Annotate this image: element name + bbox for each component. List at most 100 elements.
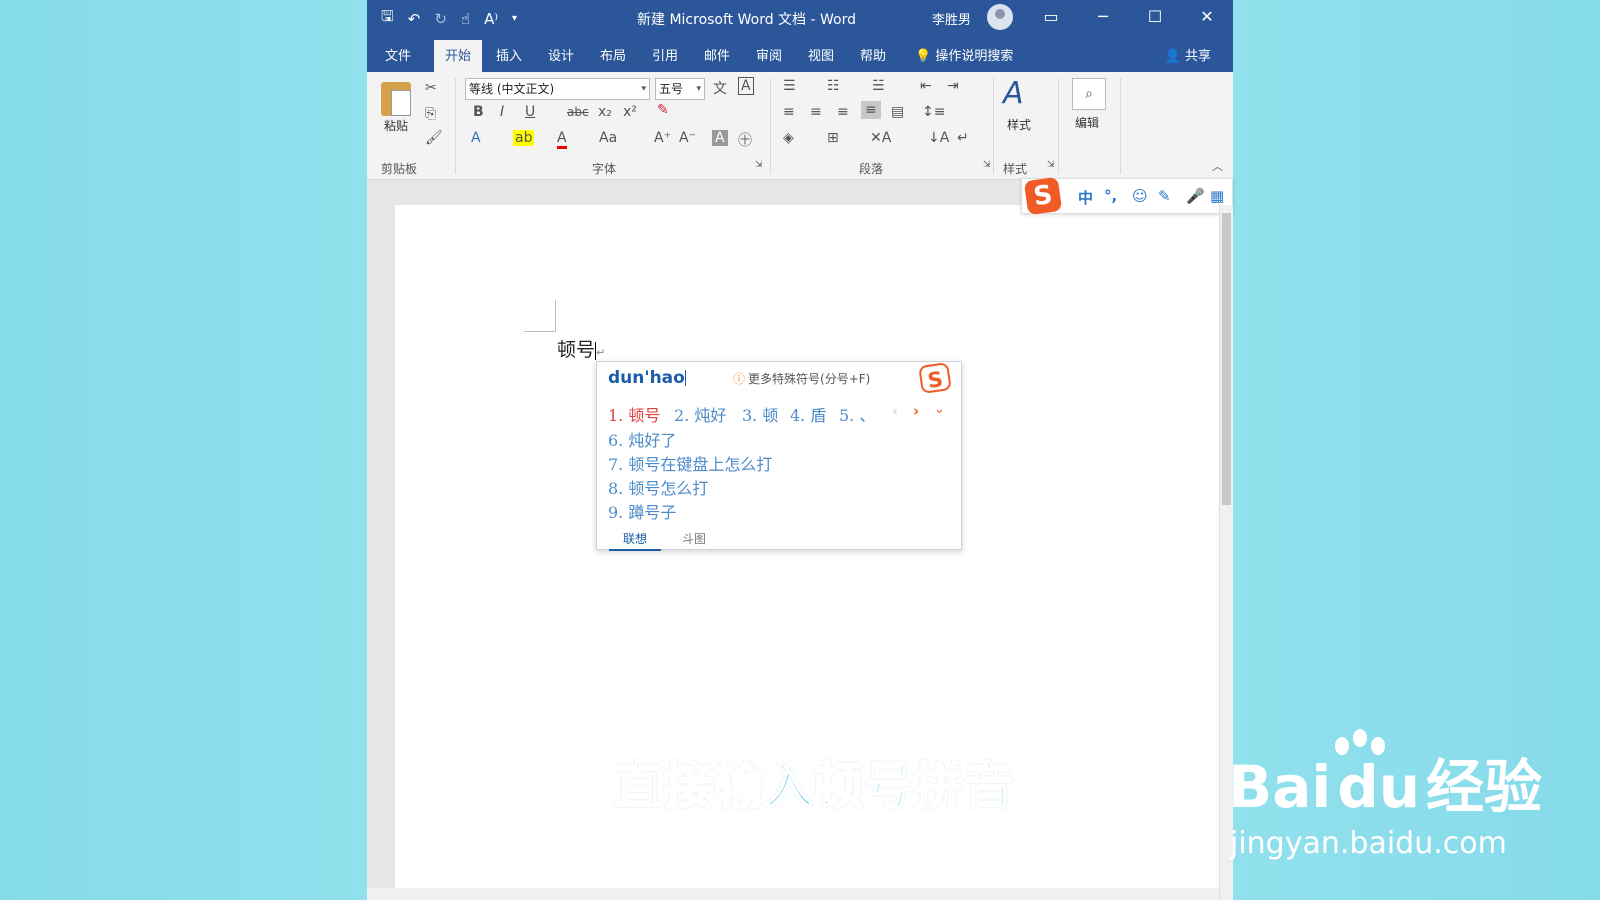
scrollbar-thumb[interactable] — [1222, 213, 1231, 505]
dialog-launcher-icon[interactable]: ⇲ — [755, 160, 763, 170]
sort-icon[interactable]: ↓A — [928, 130, 949, 146]
save-icon[interactable]: 🖫 — [381, 6, 394, 31]
font-size-select[interactable]: 五号 ▾ — [655, 78, 705, 100]
handwriting-icon[interactable]: ✎ — [1158, 187, 1171, 205]
paste-label[interactable]: 粘贴 — [384, 117, 408, 134]
superscript-icon[interactable]: x² — [623, 104, 637, 120]
dialog-launcher-icon[interactable]: ⇲ — [983, 160, 991, 170]
undo-icon[interactable]: ↶ — [408, 10, 421, 28]
shading-icon[interactable]: ◈ — [783, 130, 794, 146]
candidate-7[interactable]: 7. 顿号在键盘上怎么打 — [608, 451, 772, 475]
user-name[interactable]: 李胜男 — [932, 9, 971, 28]
italic-icon[interactable]: I — [500, 104, 504, 120]
info-icon: ⓘ — [733, 372, 746, 386]
clear-formatting-icon[interactable]: ✎ — [657, 102, 669, 118]
tab-insert[interactable]: 插入 — [496, 45, 522, 64]
tab-view[interactable]: 视图 — [808, 45, 834, 64]
collapse-ribbon-icon[interactable]: ︿ — [1212, 158, 1223, 174]
align-center-icon[interactable]: ≡ — [810, 104, 822, 120]
tab-references[interactable]: 引用 — [652, 45, 678, 64]
decrease-indent-icon[interactable]: ⇤ — [920, 78, 932, 94]
tell-me-search[interactable]: 💡 操作说明搜索 — [915, 45, 1013, 64]
candidate-3[interactable]: 3. 顿 — [742, 402, 778, 426]
next-page-icon[interactable]: › — [913, 402, 919, 420]
special-symbols-hint[interactable]: ⓘ 更多特殊符号(分号+F) — [733, 370, 870, 387]
increase-indent-icon[interactable]: ⇥ — [947, 78, 959, 94]
candidate-5[interactable]: 5. 、 — [839, 402, 875, 426]
search-icon[interactable]: ⌕ — [1072, 78, 1106, 110]
prev-page-icon[interactable]: ‹ — [892, 402, 898, 420]
candidate-1[interactable]: 1. 顿号 — [608, 402, 660, 426]
tab-home[interactable]: 开始 — [434, 40, 483, 72]
dialog-launcher-icon[interactable]: ⇲ — [1047, 160, 1055, 170]
share-button[interactable]: 👤 共享 — [1165, 45, 1211, 64]
strikethrough-icon[interactable]: abc — [567, 105, 589, 119]
sogou-logo-icon[interactable]: S — [1023, 176, 1063, 216]
styles-label[interactable]: 样式 — [1007, 116, 1031, 133]
justify-icon[interactable]: ≡ — [861, 101, 881, 119]
toolbox-icon[interactable]: ▦ — [1210, 187, 1224, 205]
borders-icon[interactable]: ⊞ — [827, 130, 839, 146]
microphone-icon[interactable]: 🎤 — [1186, 187, 1205, 205]
chinese-layout-icon[interactable]: ✕A — [870, 130, 891, 146]
enclose-char-icon[interactable]: ㊉ — [738, 130, 752, 150]
show-marks-icon[interactable]: ↵ — [957, 130, 969, 146]
redo-icon[interactable]: ↻ — [434, 10, 447, 28]
bullets-icon[interactable]: ☰ — [783, 78, 796, 94]
paste-icon[interactable] — [381, 82, 411, 116]
tab-mailings[interactable]: 邮件 — [704, 45, 730, 64]
candidate-2[interactable]: 2. 炖好 — [674, 402, 726, 426]
candidate-6[interactable]: 6. 炖好了 — [608, 427, 676, 451]
tab-file[interactable]: 文件 — [385, 45, 411, 64]
tab-review[interactable]: 审阅 — [756, 45, 782, 64]
ime-mode-toggle[interactable]: 中 — [1078, 187, 1093, 208]
document-text[interactable]: 顿号↵ — [557, 335, 605, 362]
avatar[interactable] — [987, 4, 1013, 30]
minimize-button[interactable]: ─ — [1077, 0, 1129, 36]
window-title: 新建 Microsoft Word 文档 - Word — [637, 12, 856, 28]
char-shading-icon[interactable]: A — [712, 130, 728, 146]
horizontal-scrollbar[interactable] — [367, 888, 1219, 900]
bold-icon[interactable]: B — [473, 104, 484, 120]
tab-association[interactable]: 联想 — [608, 530, 662, 551]
underline-icon[interactable]: U — [525, 104, 535, 120]
align-right-icon[interactable]: ≡ — [837, 104, 849, 120]
punctuation-icon[interactable]: °, — [1104, 187, 1117, 205]
highlight-icon[interactable]: ab — [513, 130, 535, 146]
customize-dropdown-icon[interactable]: ▾ — [512, 13, 517, 24]
ribbon-display-button[interactable]: ▭ — [1025, 0, 1077, 36]
tab-help[interactable]: 帮助 — [860, 45, 886, 64]
font-name-select[interactable]: 等线 (中文正文) ▾ — [465, 78, 650, 100]
numbering-icon[interactable]: ☷ — [827, 78, 840, 94]
candidate-8[interactable]: 8. 顿号怎么打 — [608, 475, 708, 499]
text-effects-icon[interactable]: A — [471, 130, 481, 146]
phonetic-guide-icon[interactable]: 文 — [713, 78, 727, 98]
editing-label[interactable]: 编辑 — [1075, 114, 1099, 131]
cut-icon[interactable]: ✂ — [425, 80, 437, 96]
close-button[interactable]: ✕ — [1181, 0, 1233, 36]
tab-meme[interactable]: 斗图 — [682, 530, 706, 547]
font-color-icon[interactable]: A — [557, 130, 567, 149]
change-case-icon[interactable]: Aa — [599, 130, 617, 146]
align-left-icon[interactable]: ≡ — [783, 104, 795, 120]
lightbulb-icon: 💡 — [915, 49, 936, 64]
shrink-font-icon[interactable]: A⁻ — [679, 130, 696, 146]
tab-layout[interactable]: 布局 — [600, 45, 626, 64]
tab-design[interactable]: 设计 — [548, 45, 574, 64]
subscript-icon[interactable]: x₂ — [598, 104, 612, 120]
multilevel-list-icon[interactable]: ☱ — [872, 78, 885, 94]
candidate-9[interactable]: 9. 蹲号子 — [608, 499, 676, 523]
char-border-icon[interactable]: A — [738, 77, 754, 95]
copy-icon[interactable]: ⎘ — [425, 106, 436, 122]
grow-font-icon[interactable]: A⁺ — [654, 130, 671, 146]
maximize-button[interactable]: ☐ — [1129, 0, 1181, 36]
read-aloud-icon[interactable]: A⁾ — [484, 10, 498, 28]
emoji-icon[interactable]: ☺ — [1132, 187, 1148, 205]
candidate-4[interactable]: 4. 盾 — [790, 402, 826, 426]
format-painter-icon[interactable]: 🖌 — [425, 130, 443, 146]
distributed-icon[interactable]: ▤ — [891, 104, 904, 120]
expand-icon[interactable]: ⌄ — [934, 402, 945, 417]
line-spacing-icon[interactable]: ↕≡ — [922, 104, 945, 120]
styles-icon[interactable]: A — [1003, 76, 1024, 111]
touch-mode-icon[interactable]: ☝ — [461, 10, 470, 28]
